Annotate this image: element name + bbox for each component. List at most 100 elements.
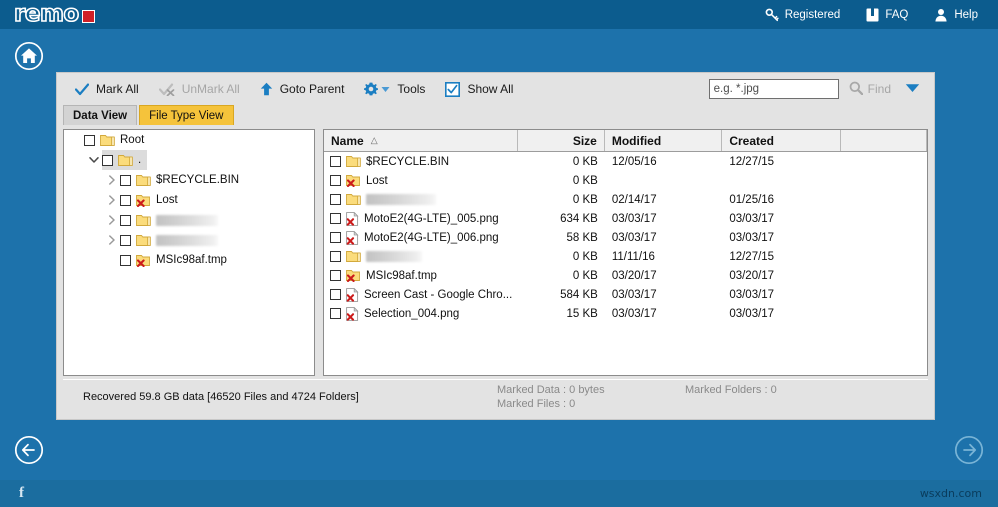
column-header-size[interactable]: Size xyxy=(518,130,605,151)
file-modified-cell xyxy=(605,171,722,190)
file-extra-cell xyxy=(841,152,927,171)
tree-node-content[interactable] xyxy=(120,230,224,250)
file-created: 03/20/17 xyxy=(729,269,775,282)
tree-node[interactable]: Root xyxy=(64,130,314,150)
show-all-button[interactable]: Show All xyxy=(435,76,523,102)
tree-node[interactable]: $RECYCLE.BIN xyxy=(64,170,314,190)
file-row[interactable]: $RECYCLE.BIN 0 KB 12/05/16 12/27/15 xyxy=(324,152,927,171)
back-button[interactable] xyxy=(14,435,44,465)
folder-tree-panel[interactable]: Root. $RECYCLE.BIN Lost MSIc98af.tmp xyxy=(63,129,315,376)
goto-parent-button[interactable]: Goto Parent xyxy=(250,76,355,102)
tree-node-content[interactable] xyxy=(120,210,224,230)
mark-all-button[interactable]: Mark All xyxy=(65,76,149,102)
file-deleted-icon xyxy=(346,287,359,302)
checkbox-checked-icon xyxy=(445,81,461,97)
file-row-checkbox[interactable] xyxy=(330,308,341,319)
file-row[interactable]: 0 KB 02/14/17 01/25/16 xyxy=(324,190,927,209)
tree-node-checkbox[interactable] xyxy=(120,214,131,226)
file-row[interactable]: 0 KB 11/11/16 12/27/15 xyxy=(324,247,927,266)
registered-link[interactable]: Registered xyxy=(765,8,840,22)
file-row-checkbox[interactable] xyxy=(330,232,341,243)
file-row[interactable]: Screen Cast - Google Chro... 584 KB 03/03/… xyxy=(324,285,927,304)
chevron-right-icon[interactable] xyxy=(104,192,120,208)
tree-node-content[interactable]: . xyxy=(102,150,148,170)
file-name-cell[interactable]: MotoE2(4G-LTE)_006.png xyxy=(324,228,518,247)
tree-node[interactable] xyxy=(64,210,314,230)
file-row-checkbox[interactable] xyxy=(330,270,341,281)
view-tabs: Data View File Type View xyxy=(57,105,934,125)
show-all-label: Show All xyxy=(467,82,514,96)
file-name-cell[interactable]: $RECYCLE.BIN xyxy=(324,152,518,171)
facebook-icon[interactable]: f xyxy=(19,485,24,502)
file-size-cell: 0 KB xyxy=(518,266,605,285)
tab-file-type-view[interactable]: File Type View xyxy=(139,105,234,125)
search-options-caret[interactable] xyxy=(905,80,920,98)
file-name: Selection_004.png xyxy=(364,307,460,320)
file-name-cell[interactable]: Lost xyxy=(324,171,518,190)
file-name-cell[interactable]: MotoE2(4G-LTE)_005.png xyxy=(324,209,518,228)
file-row[interactable]: MotoE2(4G-LTE)_005.png 634 KB 03/03/17 03/0… xyxy=(324,209,927,228)
tree-node-content[interactable]: $RECYCLE.BIN xyxy=(120,170,245,190)
file-row-checkbox[interactable] xyxy=(330,213,341,224)
file-row[interactable]: Selection_004.png 15 KB 03/03/17 03/03/17 xyxy=(324,304,927,323)
file-name-cell[interactable]: Selection_004.png xyxy=(324,304,518,323)
column-header-modified[interactable]: Modified xyxy=(605,130,723,151)
folder-deleted-icon xyxy=(136,194,150,207)
tree-node-checkbox[interactable] xyxy=(84,134,95,146)
find-button[interactable]: Find xyxy=(849,81,891,98)
brand-links: Registered FAQ Help xyxy=(765,8,978,22)
file-name-cell[interactable] xyxy=(324,247,518,266)
tree-node-label-redacted xyxy=(156,214,218,226)
file-row-checkbox[interactable] xyxy=(330,156,341,167)
search-input[interactable] xyxy=(708,79,839,99)
tree-node-content[interactable]: Lost xyxy=(120,190,184,210)
folder-deleted-icon xyxy=(346,175,360,187)
tree-node[interactable]: MSIc98af.tmp xyxy=(64,250,314,270)
file-list-panel[interactable]: Name △ Size Modified Created $RECYCLE.BIN 0 K… xyxy=(323,129,928,376)
chevron-right-icon[interactable] xyxy=(104,212,120,228)
column-header-created[interactable]: Created xyxy=(722,130,841,151)
file-row[interactable]: MSIc98af.tmp 0 KB 03/20/17 03/20/17 xyxy=(324,266,927,285)
chevron-right-icon[interactable] xyxy=(104,232,120,248)
file-row[interactable]: MotoE2(4G-LTE)_006.png 58 KB 03/03/17 03/03… xyxy=(324,228,927,247)
tree-node-checkbox[interactable] xyxy=(120,174,131,186)
file-name-cell[interactable]: MSIc98af.tmp xyxy=(324,266,518,285)
tree-node-checkbox[interactable] xyxy=(120,234,131,246)
file-name-cell[interactable] xyxy=(324,190,518,209)
tools-button[interactable]: Tools xyxy=(354,76,435,102)
tree-node[interactable]: Lost xyxy=(64,190,314,210)
tree-node-content[interactable]: Root xyxy=(84,130,150,150)
file-extra-cell xyxy=(841,304,927,323)
tree-node[interactable]: . xyxy=(64,150,314,170)
panel-divider[interactable] xyxy=(315,129,323,376)
file-created: 03/03/17 xyxy=(729,212,775,225)
file-row-checkbox[interactable] xyxy=(330,194,341,205)
next-button[interactable] xyxy=(954,435,984,465)
unmark-all-button[interactable]: UnMark All xyxy=(149,76,250,102)
faq-link[interactable]: FAQ xyxy=(866,8,908,22)
chevron-right-icon[interactable] xyxy=(104,172,120,188)
column-header-name[interactable]: Name △ xyxy=(324,130,518,151)
faq-label: FAQ xyxy=(885,8,909,21)
file-row-checkbox[interactable] xyxy=(330,289,341,300)
marked-data-label: Marked Data : 0 bytes xyxy=(497,384,605,396)
file-created-cell: 12/27/15 xyxy=(722,247,840,266)
file-row-checkbox[interactable] xyxy=(330,251,341,262)
tree-node-content[interactable]: MSIc98af.tmp xyxy=(120,250,233,270)
tree-node-checkbox[interactable] xyxy=(120,254,131,266)
chevron-down-icon[interactable] xyxy=(86,152,102,168)
tree-node-checkbox[interactable] xyxy=(102,154,113,166)
column-header-blank[interactable] xyxy=(841,130,927,151)
tree-node-checkbox[interactable] xyxy=(120,194,131,206)
help-link[interactable]: Help xyxy=(934,8,978,22)
marked-files-label: Marked Files : 0 xyxy=(497,398,576,410)
tree-node[interactable] xyxy=(64,230,314,250)
file-row-checkbox[interactable] xyxy=(330,175,341,186)
file-size-cell: 0 KB xyxy=(518,171,605,190)
file-row[interactable]: Lost 0 KB xyxy=(324,171,927,190)
file-name-cell[interactable]: Screen Cast - Google Chro... xyxy=(324,285,518,304)
file-size-cell: 0 KB xyxy=(518,190,605,209)
file-created-cell: 03/03/17 xyxy=(722,304,840,323)
tab-data-view[interactable]: Data View xyxy=(63,105,138,125)
home-button[interactable] xyxy=(14,41,44,71)
